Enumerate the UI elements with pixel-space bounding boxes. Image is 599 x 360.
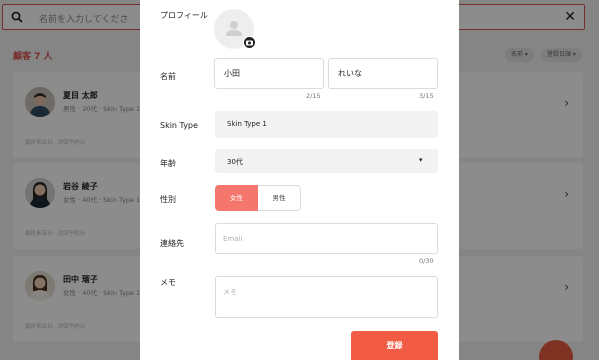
name-label: 名前 — [160, 72, 176, 81]
email-placeholder: Email — [223, 235, 243, 243]
age-label: 年齢 — [160, 159, 176, 168]
profile-label: プロフィール — [160, 11, 208, 20]
age-select[interactable]: 30代 ▾ — [215, 149, 438, 173]
first-name-value: れいな — [338, 69, 362, 78]
gender-male-option[interactable]: 男性 — [258, 185, 301, 211]
memo-label: メモ — [160, 278, 176, 287]
first-name-field[interactable]: れいな — [328, 58, 438, 89]
gender-female-option[interactable]: 女性 — [215, 185, 258, 211]
register-button[interactable]: 登録 — [351, 331, 438, 360]
contact-label: 連絡先 — [160, 239, 184, 248]
caret-down-icon: ▾ — [419, 156, 423, 164]
email-counter: 0/30 — [419, 257, 434, 265]
skin-type-label: Skin Type — [160, 121, 198, 130]
skin-type-value: Skin Type 1 — [227, 120, 267, 128]
skin-type-select[interactable]: Skin Type 1 — [215, 111, 438, 138]
memo-placeholder: メモ — [223, 288, 237, 296]
last-name-counter: 2/15 — [306, 92, 321, 100]
camera-icon[interactable] — [243, 36, 256, 49]
customer-form-modal: プロフィール 名前 小田 2/15 れいな 3/15 Skin Type Ski… — [140, 0, 459, 360]
gender-label: 性別 — [160, 195, 176, 204]
last-name-field[interactable]: 小田 — [214, 58, 324, 89]
last-name-value: 小田 — [224, 69, 240, 78]
first-name-counter: 3/15 — [419, 92, 434, 100]
age-value: 30代 — [227, 158, 243, 166]
email-field[interactable]: Email — [215, 223, 438, 254]
memo-field[interactable]: メモ — [215, 276, 438, 318]
